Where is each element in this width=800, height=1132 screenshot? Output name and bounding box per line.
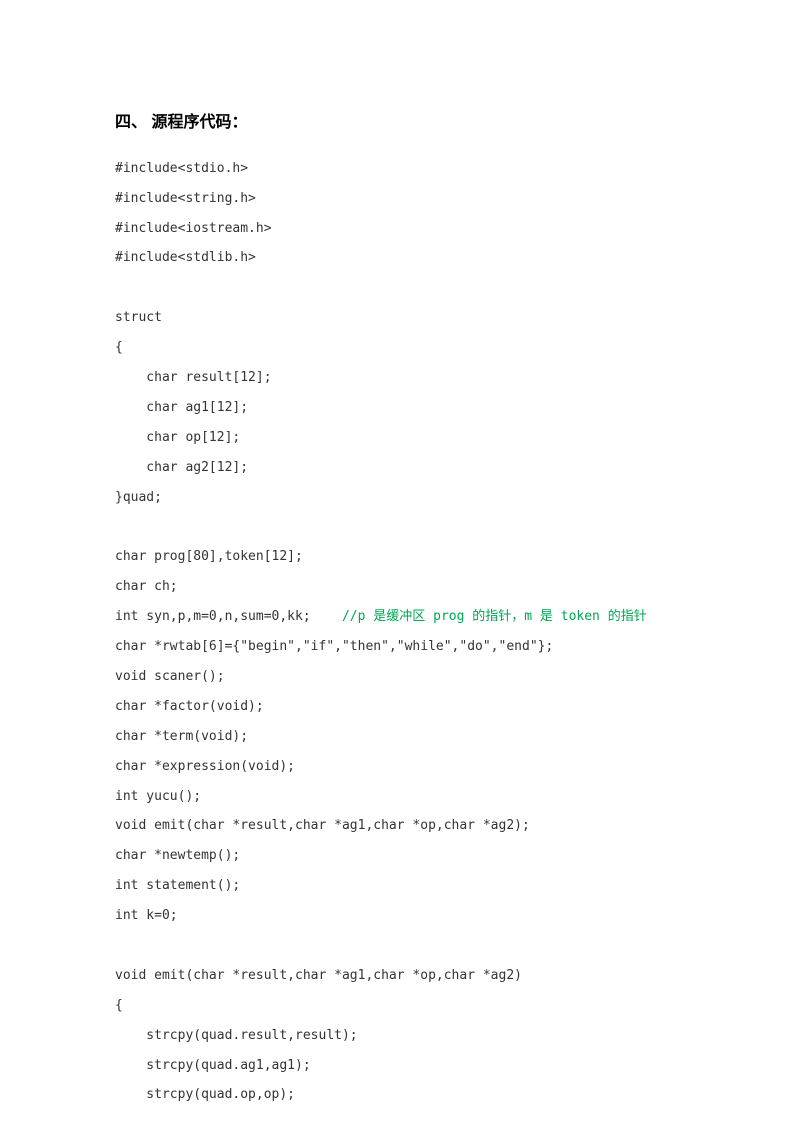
code-blank-line	[115, 512, 685, 542]
code-line: strcpy(quad.op,op);	[115, 1080, 685, 1110]
code-line: strcpy(quad.result,result);	[115, 1021, 685, 1051]
code-line: char ag1[12];	[115, 393, 685, 423]
code-line: #include<string.h>	[115, 184, 685, 214]
code-line: void scaner();	[115, 662, 685, 692]
code-line: char op[12];	[115, 423, 685, 453]
code-line: int k=0;	[115, 901, 685, 931]
code-line: char *rwtab[6]={"begin","if","then","whi…	[115, 632, 685, 662]
code-comment: 的指针	[600, 609, 647, 624]
code-line: char result[12];	[115, 363, 685, 393]
code-line: char ag2[12];	[115, 453, 685, 483]
code-comment: //p 是缓冲区	[342, 609, 433, 624]
code-text: int syn,p,m=0,n,sum=0,kk;	[115, 609, 342, 624]
code-comment-keyword: token	[561, 609, 600, 624]
code-line: struct	[115, 303, 685, 333]
code-comment: 的指针，m 是	[464, 609, 560, 624]
code-line: char ch;	[115, 572, 685, 602]
code-line: char *newtemp();	[115, 841, 685, 871]
code-line: #include<stdlib.h>	[115, 243, 685, 273]
code-line: int yucu();	[115, 782, 685, 812]
code-line: char *term(void);	[115, 722, 685, 752]
code-blank-line	[115, 931, 685, 961]
code-comment-keyword: prog	[433, 609, 464, 624]
code-line: void emit(char *result,char *ag1,char *o…	[115, 961, 685, 991]
code-line: strcpy(quad.ag1,ag1);	[115, 1051, 685, 1081]
code-line: {	[115, 991, 685, 1021]
section-heading: 四、 源程序代码：	[115, 105, 685, 142]
code-line: {	[115, 333, 685, 363]
code-line: char *factor(void);	[115, 692, 685, 722]
code-line: #include<stdio.h>	[115, 154, 685, 184]
code-line-with-comment: int syn,p,m=0,n,sum=0,kk; //p 是缓冲区 prog …	[115, 602, 685, 632]
code-line: #include<iostream.h>	[115, 214, 685, 244]
code-line: void emit(char *result,char *ag1,char *o…	[115, 811, 685, 841]
code-line: }quad;	[115, 483, 685, 513]
code-line: int statement();	[115, 871, 685, 901]
code-blank-line	[115, 273, 685, 303]
code-line: char prog[80],token[12];	[115, 542, 685, 572]
code-line: char *expression(void);	[115, 752, 685, 782]
